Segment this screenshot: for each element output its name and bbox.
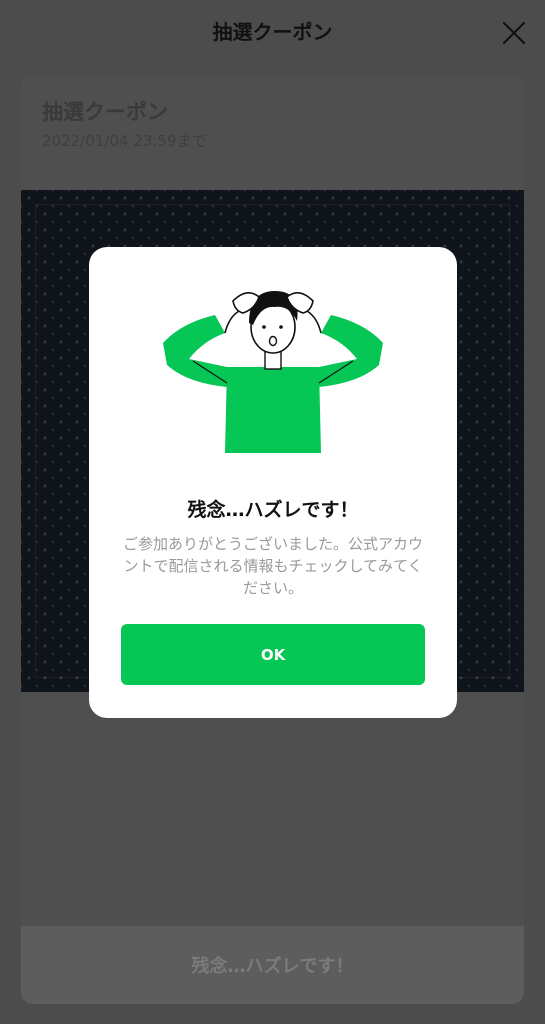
result-button[interactable]: 残念…ハズレです！	[21, 926, 524, 1004]
coupon-expiry: 2022/01/04 23:59まで	[42, 132, 207, 150]
page-title: 抽選クーポン	[212, 20, 333, 44]
modal-message: ご参加ありがとうございました。公式アカウントで配信される情報もチェックしてみてく…	[122, 535, 423, 597]
coupon-title: 抽選クーポン	[42, 100, 168, 124]
result-button-label: 残念…ハズレです！	[191, 956, 354, 977]
modal-title: 残念…ハズレです！	[187, 499, 359, 521]
close-button[interactable]	[501, 20, 527, 46]
result-modal: 残念…ハズレです！ ご参加ありがとうございました。公式アカウントで配信される情報…	[89, 247, 457, 718]
ok-button[interactable]: OK	[121, 624, 425, 685]
person-holding-head-illustration	[163, 291, 383, 453]
close-icon	[502, 21, 526, 45]
header-bar: 抽選クーポン	[0, 0, 545, 64]
